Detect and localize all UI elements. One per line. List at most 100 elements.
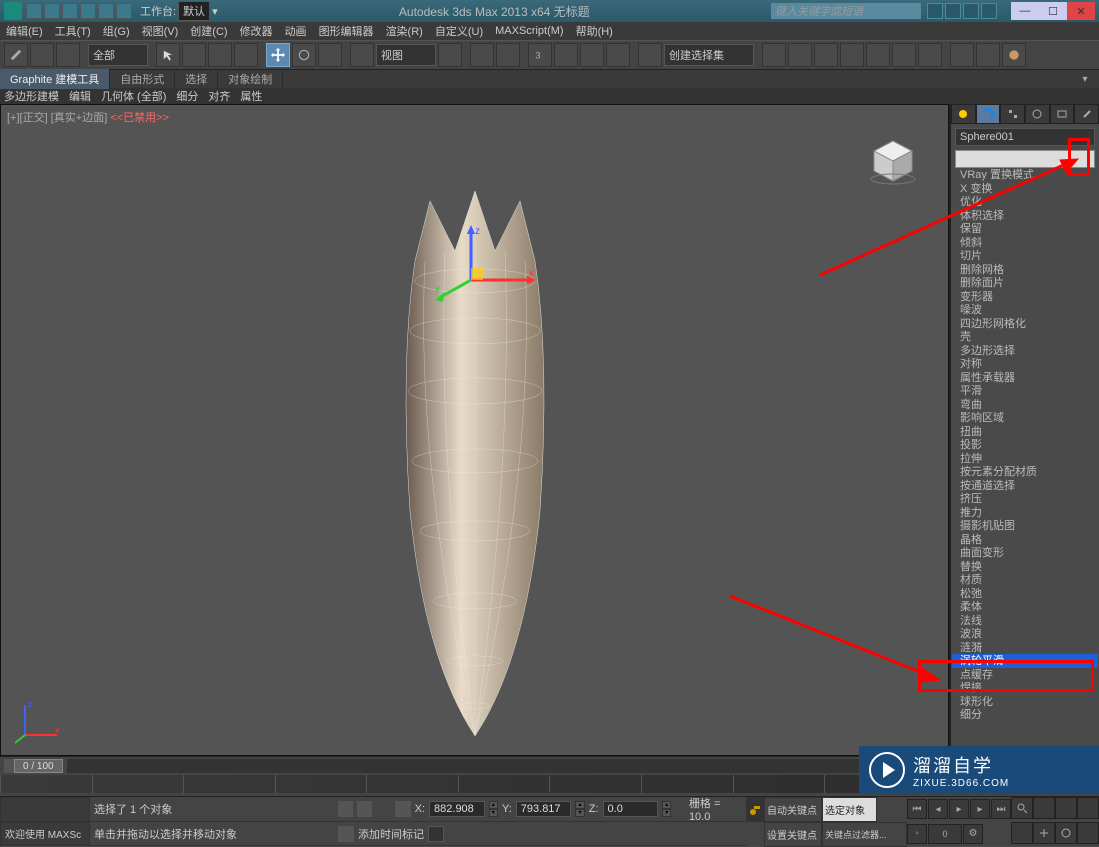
coord-z-value[interactable]: 0.0 xyxy=(603,801,658,817)
select-region-icon[interactable] xyxy=(208,43,232,67)
named-selection-set[interactable]: 创建选择集 xyxy=(664,44,754,66)
key-filter-button[interactable]: 关键点过滤器... xyxy=(822,822,907,847)
modifier-item[interactable]: 点缓存 xyxy=(952,668,1098,682)
modifier-item[interactable]: 多边形选择 xyxy=(952,344,1098,358)
zoom-extents-icon[interactable] xyxy=(1055,797,1077,819)
tab-hierarchy-icon[interactable] xyxy=(1000,104,1025,124)
ribbon-panel-subdiv[interactable]: 细分 xyxy=(176,88,198,104)
spinner-snap-icon[interactable] xyxy=(606,43,630,67)
modifier-item[interactable]: 替换 xyxy=(952,560,1098,574)
menu-maxscript[interactable]: MAXScript(M) xyxy=(495,25,563,37)
window-crossing-icon[interactable] xyxy=(234,43,258,67)
modifier-item[interactable]: 噪波 xyxy=(952,303,1098,317)
modifier-item[interactable]: 按通道选择 xyxy=(952,479,1098,493)
ribbon-tab-selection[interactable]: 选择 xyxy=(175,69,218,89)
qat-dropdown-icon[interactable] xyxy=(116,3,132,19)
menu-view[interactable]: 视图(V) xyxy=(142,23,179,39)
pan-icon[interactable] xyxy=(1033,822,1055,844)
modifier-item[interactable]: 晶格 xyxy=(952,533,1098,547)
next-frame-icon[interactable]: ▸ xyxy=(970,799,990,819)
modifier-item[interactable]: 法线 xyxy=(952,614,1098,628)
zoom-all-icon[interactable] xyxy=(1033,797,1055,819)
ref-coord-system[interactable]: 视图 xyxy=(376,44,436,66)
modifier-item[interactable]: 挤压 xyxy=(952,492,1098,506)
snap-toggle-icon[interactable]: 3 xyxy=(528,43,552,67)
close-button[interactable]: ✕ xyxy=(1067,2,1095,20)
object-name-field[interactable]: Sphere001 xyxy=(955,128,1095,146)
viewport-label[interactable]: [+][正交] [真实+边面] <<已禁用>> xyxy=(7,109,169,125)
help-network-icon[interactable] xyxy=(927,3,943,19)
modifier-item[interactable]: 影响区域 xyxy=(952,411,1098,425)
modifier-item[interactable]: 对称 xyxy=(952,357,1098,371)
render-setup-icon[interactable] xyxy=(950,43,974,67)
modifier-item[interactable]: 球形化 xyxy=(952,695,1098,709)
layer-manager-icon[interactable] xyxy=(814,43,838,67)
transform-gizmo-icon[interactable]: z x y xyxy=(421,220,541,320)
coord-y-value[interactable]: 793.817 xyxy=(516,801,571,817)
workspace-value[interactable]: 默认 xyxy=(178,1,210,21)
select-icon[interactable] xyxy=(156,43,180,67)
ribbon-tab-graphite[interactable]: Graphite 建模工具 xyxy=(0,69,110,89)
ribbon-panel-geom[interactable]: 几何体 (全部) xyxy=(101,88,166,104)
lock-selection-icon[interactable] xyxy=(338,801,353,817)
select-by-name-icon[interactable] xyxy=(182,43,206,67)
help-exchange-icon[interactable] xyxy=(963,3,979,19)
isolate-icon[interactable] xyxy=(357,801,372,817)
link-icon[interactable] xyxy=(4,43,28,67)
time-config-icon[interactable]: ⚙ xyxy=(963,824,983,844)
modifier-item[interactable]: 曲面变形 xyxy=(952,546,1098,560)
modifier-item[interactable]: 变形器 xyxy=(952,290,1098,304)
modifier-item[interactable]: 拉伸 xyxy=(952,452,1098,466)
animation-key-icon[interactable] xyxy=(746,797,764,822)
modifier-item[interactable]: 涟漪 xyxy=(952,641,1098,655)
open-icon[interactable] xyxy=(44,3,60,19)
keyboard-shortcut-icon[interactable] xyxy=(496,43,520,67)
menu-create[interactable]: 创建(C) xyxy=(190,23,227,39)
tab-modify-icon[interactable] xyxy=(976,104,1001,124)
mirror-icon[interactable] xyxy=(762,43,786,67)
modifier-item[interactable]: 材质 xyxy=(952,573,1098,587)
prev-frame-icon[interactable]: ◂ xyxy=(928,799,948,819)
align-icon[interactable] xyxy=(788,43,812,67)
help-search-input[interactable]: 键入关键字或短语 xyxy=(771,3,921,19)
script-listener-mini[interactable] xyxy=(0,797,90,822)
select-move-icon[interactable] xyxy=(266,43,290,67)
modifier-item[interactable]: 焊接 xyxy=(952,681,1098,695)
named-sel-icon[interactable] xyxy=(638,43,662,67)
ribbon-expand-icon[interactable]: ▾ xyxy=(1077,74,1093,85)
ribbon-panel-props[interactable]: 属性 xyxy=(240,88,262,104)
modifier-item[interactable]: 属性承载器 xyxy=(952,371,1098,385)
menu-customize[interactable]: 自定义(U) xyxy=(435,23,483,39)
center-pivot-icon[interactable] xyxy=(438,43,462,67)
modifier-item[interactable]: 投影 xyxy=(952,438,1098,452)
select-scale-icon[interactable] xyxy=(318,43,342,67)
tab-utilities-icon[interactable] xyxy=(1074,104,1099,124)
orbit-icon[interactable] xyxy=(1055,822,1077,844)
menu-edit[interactable]: 编辑(E) xyxy=(6,23,43,39)
minimize-button[interactable]: — xyxy=(1011,2,1039,20)
zoom-extents-all-icon[interactable] xyxy=(1077,797,1099,819)
menu-modifiers[interactable]: 修改器 xyxy=(240,23,273,39)
modifier-item[interactable]: 推力 xyxy=(952,506,1098,520)
coord-z-spinner[interactable]: ▴▾ xyxy=(662,801,671,817)
manipulate-icon[interactable] xyxy=(470,43,494,67)
auto-key-button[interactable]: 自动关键点 xyxy=(764,797,822,822)
selected-obj-dropdown[interactable]: 选定对象 xyxy=(822,797,877,822)
modifier-item[interactable]: 平滑 xyxy=(952,384,1098,398)
ribbon-panel-poly[interactable]: 多边形建模 xyxy=(4,88,59,104)
app-logo-icon[interactable] xyxy=(4,2,22,20)
material-editor-icon[interactable] xyxy=(918,43,942,67)
modifier-item[interactable]: 涡轮平滑 xyxy=(952,654,1098,668)
tab-display-icon[interactable] xyxy=(1050,104,1075,124)
script-lock-icon[interactable] xyxy=(338,826,354,842)
angle-snap-icon[interactable] xyxy=(554,43,578,67)
time-tag-dropdown-icon[interactable] xyxy=(428,826,444,842)
menu-animation[interactable]: 动画 xyxy=(285,23,307,39)
maximize-viewport-icon[interactable] xyxy=(1077,822,1099,844)
zoom-icon[interactable] xyxy=(1011,797,1033,819)
goto-end-icon[interactable]: ⏭ xyxy=(991,799,1011,819)
ref-coord-icon[interactable] xyxy=(350,43,374,67)
modifier-item[interactable]: 扭曲 xyxy=(952,425,1098,439)
menu-tools[interactable]: 工具(T) xyxy=(55,23,91,39)
maximize-button[interactable]: ☐ xyxy=(1039,2,1067,20)
